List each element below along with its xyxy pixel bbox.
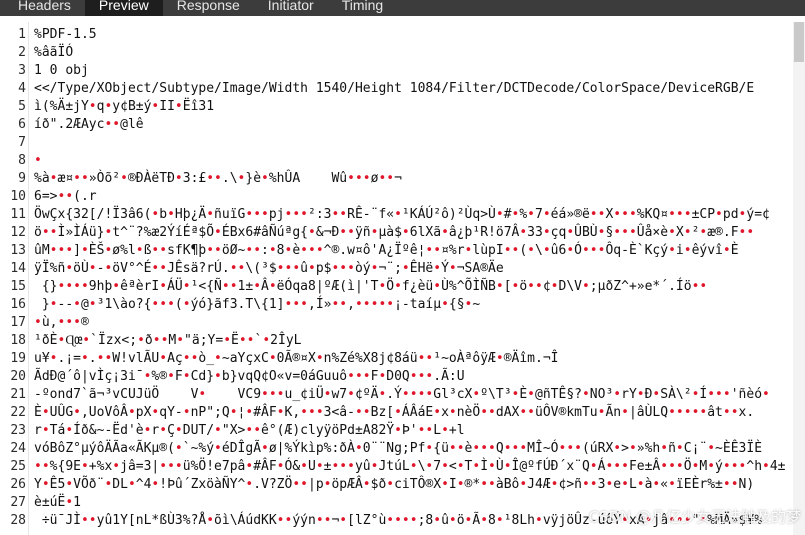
line-number: 25 bbox=[10, 459, 26, 474]
line-number: 4 bbox=[18, 81, 26, 96]
code-line: ö••Ì»ÌÁü}•t^¨?%æ2ÝíÉª$Õ•ÉBx6#âÑúªg{•&¬Ð•… bbox=[34, 225, 755, 240]
code-content[interactable]: %PDF-1.5 %âãÏÓ 1 0 obj <</Type/XObject/Subt… bbox=[34, 22, 789, 535]
code-line: u¥•.¡=•.••W!vlÃU•Aç••ò_•~aYçxC•0Ã®¤X•n%Z… bbox=[34, 351, 559, 366]
code-line: {}••••9hþ•êªèrI•ÁÜ•¹<{Ñ••1±•Â•ëÓqa8|ºÆ(ì… bbox=[41, 279, 708, 294]
line-number: 18 bbox=[10, 333, 26, 348]
watermark: CSDN @几亿少女无法触及的梦 bbox=[588, 508, 801, 526]
code-line: 6=>••(.r bbox=[34, 189, 97, 204]
line-number: 19 bbox=[10, 351, 26, 366]
line-number: 7 bbox=[18, 135, 26, 150]
code-line: ÖwÇx{32[/!Ï3â6(•b•Hþ¿Ä•ñuïG•••pj•••²:3••… bbox=[34, 207, 770, 222]
code-line: %à•æ¤••»Òõ²•®ÐÀëTÐ•3:£••.\•}è•%hÛA Wû•••… bbox=[34, 171, 402, 186]
line-number: 9 bbox=[18, 171, 26, 186]
line-number: 23 bbox=[10, 423, 26, 438]
tab-headers[interactable]: Headers bbox=[0, 0, 85, 16]
line-number: 15 bbox=[10, 279, 26, 294]
code-line: • bbox=[34, 153, 42, 168]
line-number: 28 bbox=[10, 513, 26, 528]
code-line: %PDF-1.5 bbox=[34, 27, 97, 42]
line-number: 21 bbox=[10, 387, 26, 402]
line-number: 20 bbox=[10, 369, 26, 384]
code-line: ÿÏ%ñ•öÙ•-•öV°^É••JÊsä?rÚ.••\(³$•••û•p$••… bbox=[34, 261, 504, 276]
line-number: 17 bbox=[10, 315, 26, 330]
code-line: 1 0 obj bbox=[34, 63, 89, 78]
code-line: è±úË•1 bbox=[34, 495, 81, 510]
scrollbar-thumb[interactable] bbox=[794, 22, 804, 62]
line-number: 8 bbox=[18, 153, 26, 168]
line-number: 3 bbox=[18, 63, 26, 78]
line-number: 24 bbox=[10, 441, 26, 456]
line-number-gutter: 1 2 3 4 5 6 7 8 9 10 11 12 13 14 15 16 17 18 19 20 21 22 23 24 2… bbox=[0, 22, 29, 535]
code-line: ì(%Ä±jY•q•y¢B±ý•II•Ëî31 bbox=[34, 99, 215, 114]
code-line: <</Type/XObject/Subtype/Image/Width 1540… bbox=[34, 81, 755, 96]
vertical-scrollbar[interactable] bbox=[793, 22, 805, 535]
line-number: 12 bbox=[10, 225, 26, 240]
line-number: 26 bbox=[10, 477, 26, 492]
code-line: r•Tá•Íð&~-Ëd'è•r•Ç•DUT/•"X>••ê°(Æ)clyÿöP… bbox=[34, 423, 465, 438]
tab-preview[interactable]: Preview bbox=[84, 0, 163, 16]
line-number: 1 bbox=[18, 27, 26, 42]
tab-timing[interactable]: Timing bbox=[328, 0, 398, 16]
code-line: ••%{9E•+%x•jâ=3|•••ü%Ö!e7pâ•#ÂF•Ó&•U•±••… bbox=[34, 459, 786, 474]
code-line: Y•Ê5•VÕð¨•DL•^4•!Þû´ZxöàÑY^•.V?ZÖ••|p•öp… bbox=[34, 477, 755, 492]
line-number: 5 bbox=[18, 99, 26, 114]
code-line: È•UÛG•,UoVôÂ•pX•qY-•nP";Q•¦•#ÂF•K,•••3<â… bbox=[34, 405, 755, 420]
code-line: ûM•••]•ÈŠ•ø%l•ß••sfK¶þ••öØ~••:•8•è•••^®.… bbox=[34, 243, 739, 258]
line-number: 11 bbox=[10, 207, 26, 222]
code-line: ¹ðÈ•Ɋœ•`Ïzx<;•ð••M•"ä;Y=•Ë••`•2ÎyL bbox=[34, 333, 302, 348]
tab-response[interactable]: Response bbox=[163, 0, 254, 16]
line-number: 13 bbox=[10, 243, 26, 258]
code-line: vóBôZ°µýôÄÃa«ÃKµ®(•`~%ý•éDÎgÃ•ø|%Ýkìp%:ð… bbox=[34, 441, 763, 456]
line-number: 6 bbox=[18, 117, 26, 132]
code-line: -ºond7`ã¬³vCUJüÖ V• VC9•••u_¢iÜ•w7•¢ºÄ•.… bbox=[34, 387, 770, 402]
line-number: 16 bbox=[10, 297, 26, 312]
line-number: 27 bbox=[10, 495, 26, 510]
devtools-tab-bar: Headers Preview Response Initiator Timing bbox=[0, 0, 805, 16]
line-number: 14 bbox=[10, 261, 26, 276]
code-line: íð".2ÆAyc••@lê bbox=[34, 117, 144, 132]
code-line: %âãÏÓ bbox=[34, 45, 74, 60]
code-line: •ù,•••® bbox=[34, 315, 89, 330]
code-line: }•--•@•³1\ào?{•••(•ýó}ãf3.T\{1]•••,Í»••,… bbox=[41, 297, 481, 312]
code-line: ÃdÐ@´ô|vÌç¡3i¯•%®•F•Cd}•b}vqQ¢O«v=0áGuuô… bbox=[34, 369, 465, 384]
line-number: 2 bbox=[18, 45, 26, 60]
line-number: 22 bbox=[10, 405, 26, 420]
line-number: 10 bbox=[10, 189, 26, 204]
response-preview-pane[interactable]: 1 2 3 4 5 6 7 8 9 10 11 12 13 14 15 16 17 18 19 20 21 22 23 24 2… bbox=[0, 22, 805, 535]
tab-initiator[interactable]: Initiator bbox=[254, 0, 328, 16]
